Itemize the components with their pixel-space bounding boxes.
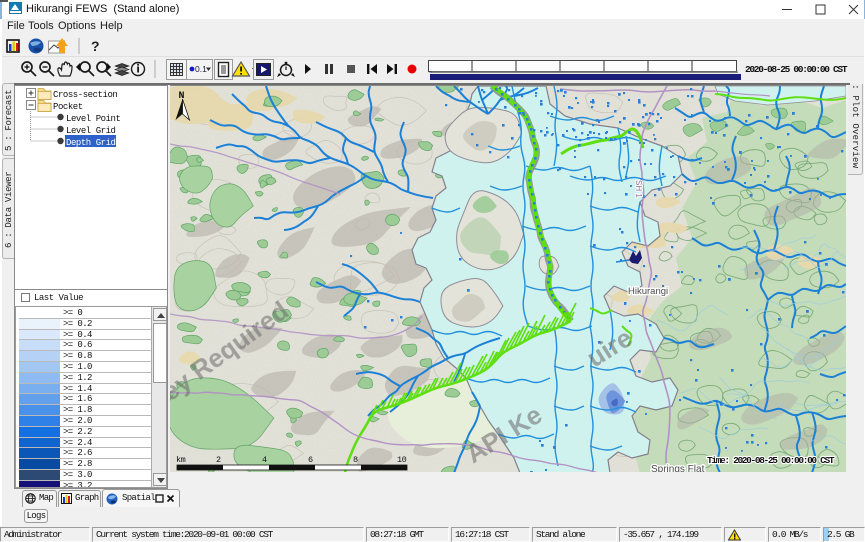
svg-text:SH 1: SH 1 xyxy=(634,180,643,198)
svg-text:10: 10 xyxy=(397,455,407,465)
svg-text:Depth Grid: Depth Grid xyxy=(66,138,116,148)
svg-text:N: N xyxy=(179,91,185,102)
svg-text:4: 4 xyxy=(262,455,267,465)
svg-text:Pocket: Pocket xyxy=(53,102,83,112)
svg-text:km: km xyxy=(176,455,186,465)
svg-text:Level Grid: Level Grid xyxy=(66,126,116,136)
svg-text:Hikurangi: Hikurangi xyxy=(628,286,668,297)
svg-text:6: 6 xyxy=(308,455,313,465)
svg-text:Springs Flat: Springs Flat xyxy=(651,464,705,472)
svg-text:Cross-section: Cross-section xyxy=(53,90,117,100)
svg-text:Time: 2020-08-25 00:00:00 CST: Time: 2020-08-25 00:00:00 CST xyxy=(707,455,835,466)
svg-text:2: 2 xyxy=(216,455,221,465)
svg-text:2020-08-25 00:00:00 CST: 2020-08-25 00:00:00 CST xyxy=(745,64,848,75)
svg-text:8: 8 xyxy=(353,455,358,465)
svg-text:Level Point: Level Point xyxy=(66,114,121,124)
svg-text:?: ? xyxy=(91,38,100,54)
svg-text:0.1: 0.1 xyxy=(195,64,207,74)
